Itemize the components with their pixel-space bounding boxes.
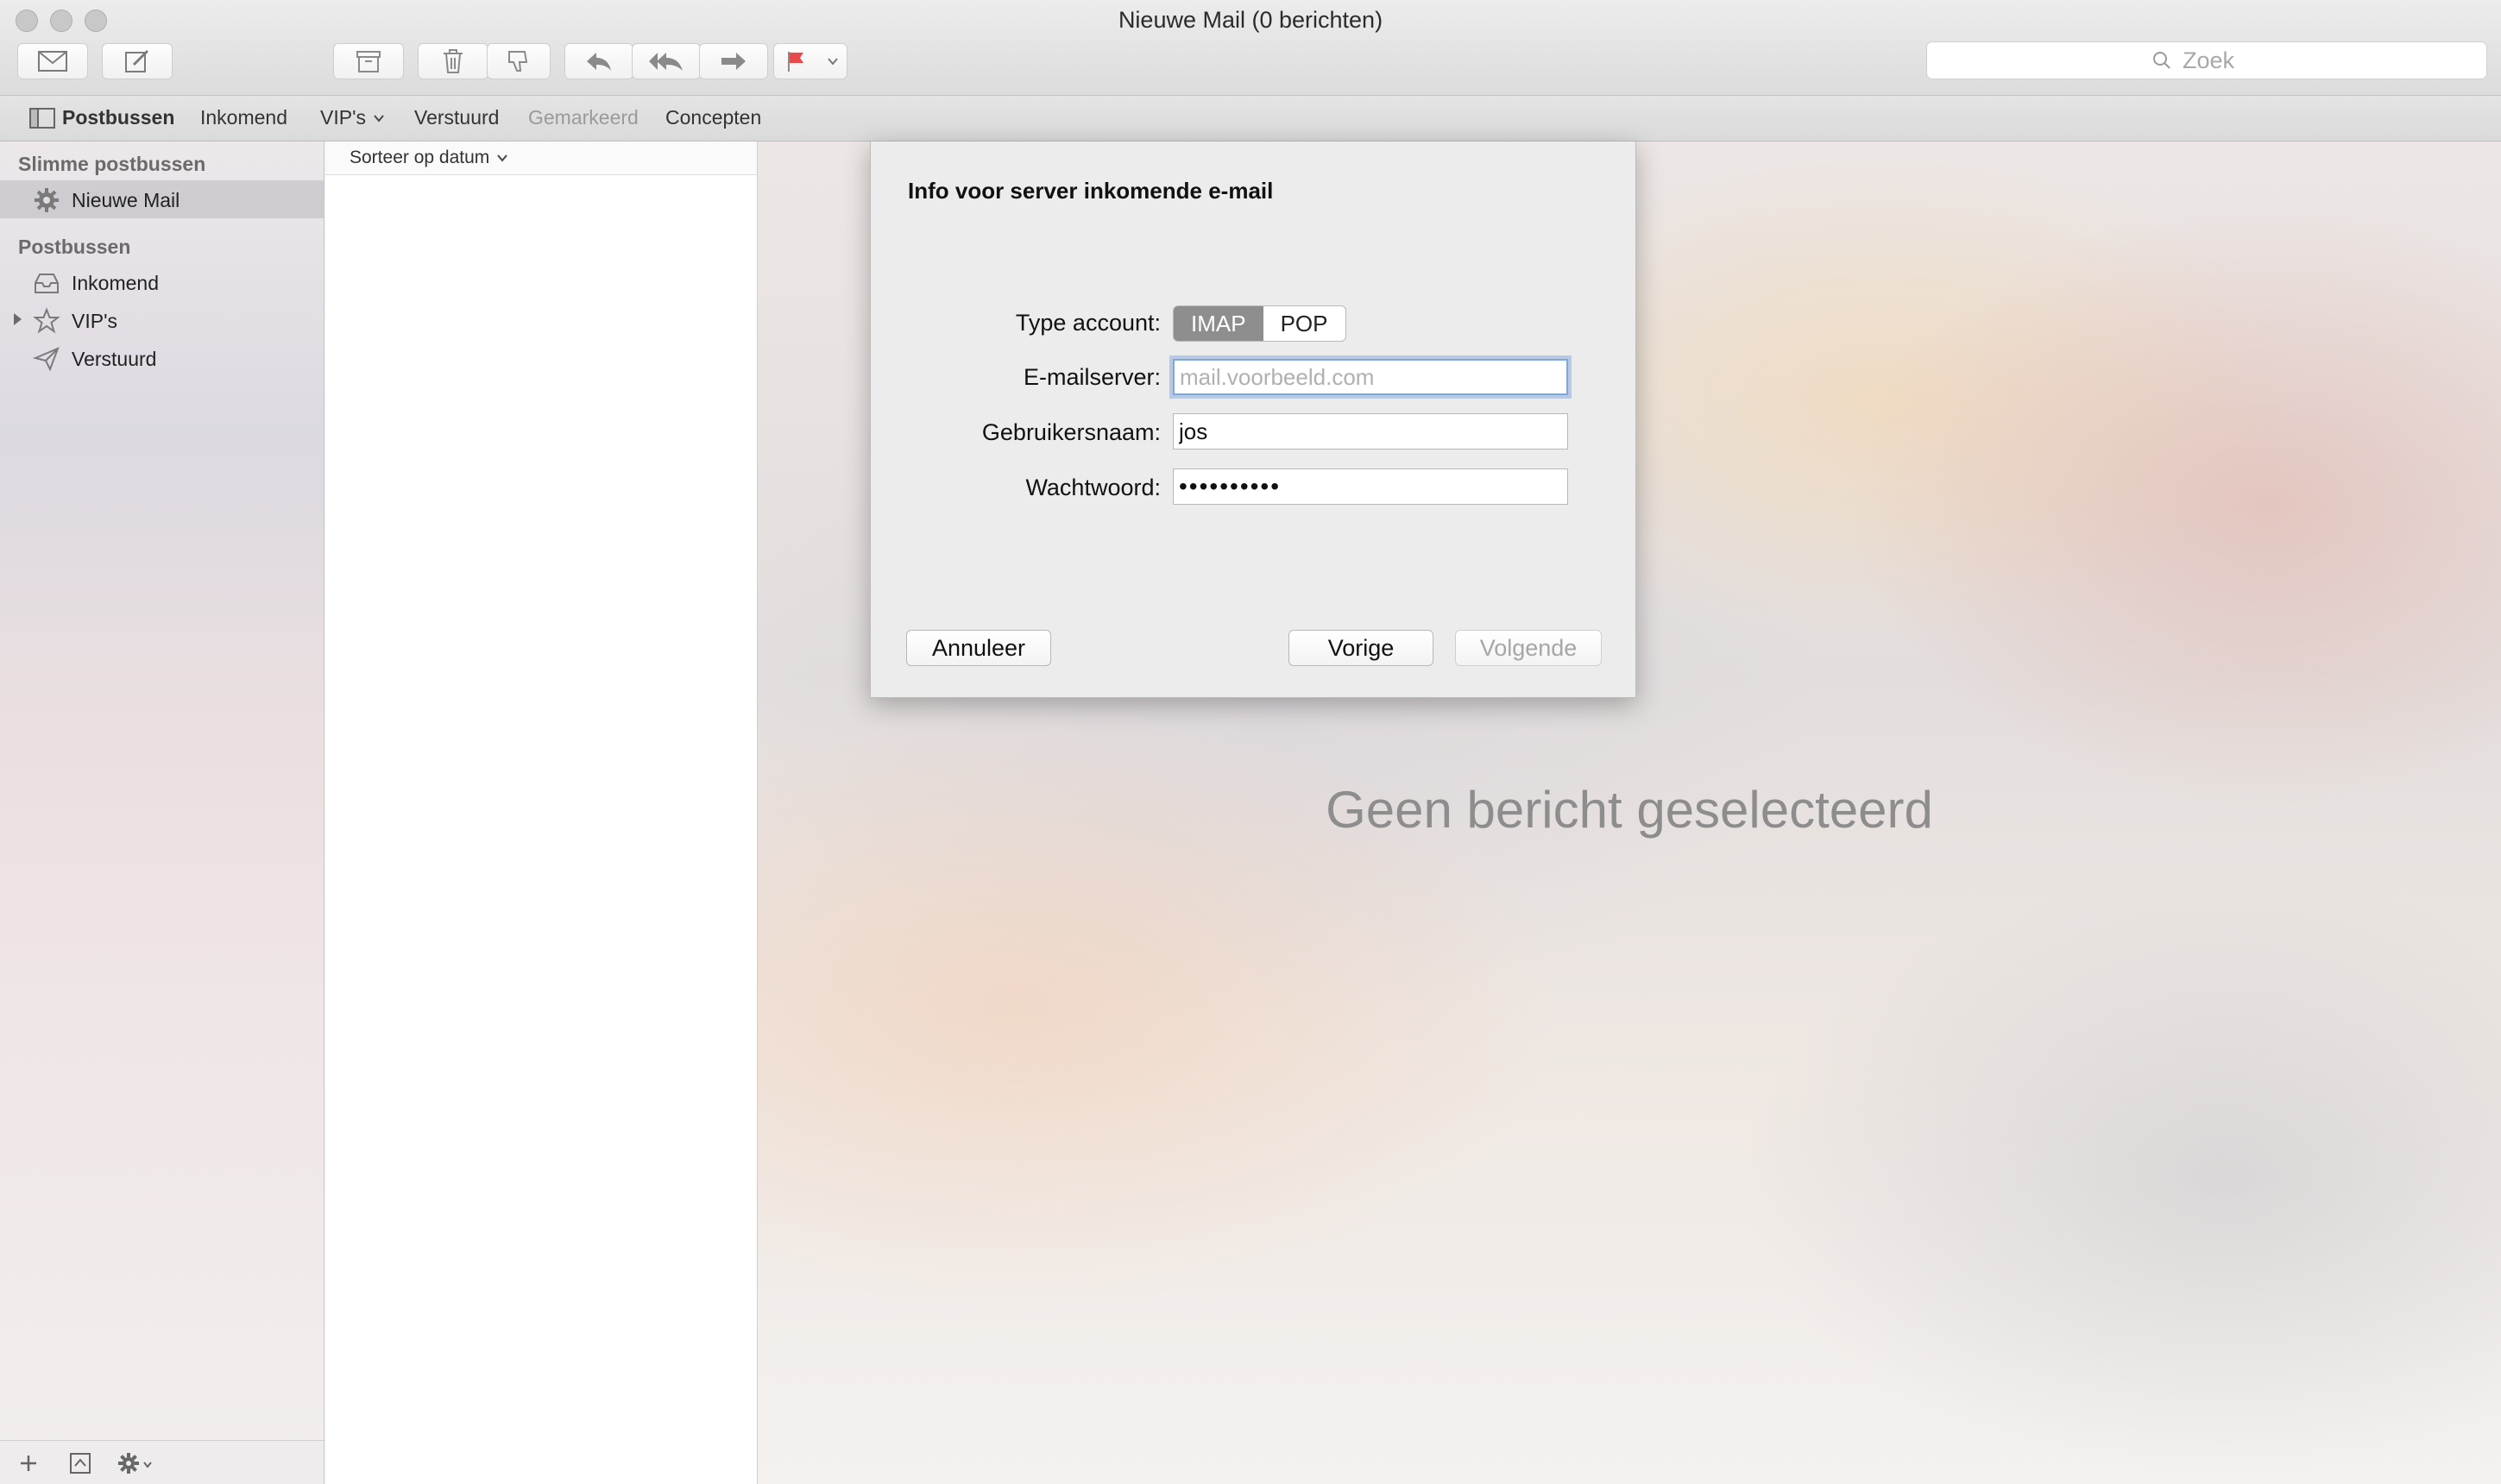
- gear-icon: [35, 188, 59, 212]
- chevron-down-icon: [497, 154, 508, 162]
- password-label: Wachtwoord:: [1025, 475, 1161, 500]
- sidebar-action-bar: [0, 1440, 324, 1484]
- sidebar-item-vips[interactable]: VIP's: [0, 301, 324, 339]
- account-type-imap[interactable]: IMAP: [1174, 306, 1263, 341]
- flag-button[interactable]: [773, 43, 847, 79]
- disclosure-triangle-icon[interactable]: [12, 312, 22, 326]
- sidebar-item-label: Verstuurd: [72, 348, 157, 370]
- message-list[interactable]: Sorteer op datum: [325, 141, 758, 1484]
- favorites-vips-button[interactable]: VIP's: [320, 106, 385, 129]
- sidebar-item-label: VIP's: [72, 310, 117, 332]
- paper-plane-icon: [33, 347, 60, 372]
- envelope-icon: [38, 51, 67, 72]
- favorites-drafts-button[interactable]: Concepten: [665, 106, 761, 129]
- favorites-mailboxes-button[interactable]: Postbussen: [29, 106, 174, 129]
- reply-icon: [587, 53, 611, 71]
- sort-bar: Sorteer op datum: [325, 141, 757, 175]
- account-type-label: Type account:: [1015, 310, 1161, 336]
- incoming-server-dialog: Info voor server inkomende e-mail Type a…: [870, 141, 1636, 698]
- archive-icon: [356, 51, 381, 72]
- sidebar: Slimme postbussen Nieuwe Mail Postbussen: [0, 141, 324, 1484]
- search-field[interactable]: [1926, 41, 2487, 79]
- email-server-field[interactable]: [1173, 359, 1568, 395]
- favorites-flagged-button[interactable]: Gemarkeerd: [528, 106, 639, 129]
- sidebar-item-label: Inkomend: [72, 272, 160, 294]
- sidebar-item-inkomend[interactable]: Inkomend: [0, 263, 324, 301]
- show-activity-icon[interactable]: [69, 1452, 91, 1475]
- forward-button[interactable]: [699, 43, 768, 79]
- sort-by-date-button[interactable]: Sorteer op datum: [350, 148, 508, 168]
- username-label: Gebruikersnaam:: [981, 419, 1161, 445]
- favorites-sent-button[interactable]: Verstuurd: [414, 106, 499, 129]
- sort-label: Sorteer op datum: [350, 148, 490, 167]
- sidebar-item-label: Nieuwe Mail: [72, 189, 180, 211]
- sidebar-item-nieuwe-mail[interactable]: Nieuwe Mail: [0, 180, 324, 218]
- sidebar-toggle-icon: [29, 107, 55, 129]
- search-icon: [2153, 52, 2170, 69]
- compose-icon: [125, 49, 149, 72]
- delete-button[interactable]: [418, 43, 488, 79]
- star-icon: [33, 307, 60, 334]
- forward-icon: [721, 53, 746, 70]
- junk-button[interactable]: [487, 43, 551, 79]
- next-button[interactable]: Volgende: [1455, 630, 1602, 666]
- favorites-mailboxes-label: Postbussen: [62, 106, 175, 129]
- account-type-pop[interactable]: POP: [1263, 306, 1345, 341]
- email-server-label: E-mailserver:: [1023, 364, 1161, 390]
- reply-all-icon: [649, 53, 683, 71]
- chevron-down-icon: [374, 114, 384, 123]
- no-message-selected-text: Geen bericht geselecteerd: [1326, 781, 1933, 839]
- mail-window: Nieuwe Mail (0 berichten) Zoek Postbusse…: [0, 0, 2501, 1484]
- window-title: Nieuwe Mail (0 berichten): [1118, 7, 1383, 33]
- thumbs-down-icon: [508, 51, 528, 72]
- gear-menu-icon[interactable]: [117, 1452, 155, 1475]
- archive-button[interactable]: [333, 43, 404, 79]
- get-mail-button[interactable]: [17, 43, 88, 79]
- sidebar-item-verstuurd[interactable]: Verstuurd: [0, 339, 324, 377]
- reply-all-button[interactable]: [632, 43, 701, 79]
- favorites-inbox-button[interactable]: Inkomend: [200, 106, 287, 129]
- search-input[interactable]: [2181, 46, 2262, 75]
- password-field[interactable]: [1173, 468, 1568, 505]
- cancel-button[interactable]: Annuleer: [906, 630, 1051, 666]
- inbox-tray-icon: [35, 274, 59, 293]
- smart-mailboxes-heading[interactable]: Slimme postbussen: [18, 153, 205, 176]
- compose-button[interactable]: [102, 43, 173, 79]
- add-mailbox-icon[interactable]: [19, 1454, 38, 1473]
- back-button[interactable]: Vorige: [1288, 630, 1433, 666]
- account-type-segmented-control[interactable]: IMAP POP: [1173, 305, 1346, 342]
- dialog-title: Info voor server inkomende e-mail: [908, 178, 1274, 204]
- chevron-down-icon[interactable]: [826, 56, 840, 66]
- trash-icon: [444, 49, 463, 73]
- toolbar: Nieuwe Mail (0 berichten): [0, 0, 2501, 96]
- mailboxes-heading[interactable]: Postbussen: [18, 236, 130, 259]
- username-field[interactable]: [1173, 413, 1568, 450]
- favorites-vips-label: VIP's: [320, 106, 366, 129]
- reply-button[interactable]: [564, 43, 633, 79]
- favorites-bar: Postbussen Inkomend VIP's Verstuurd Gema…: [0, 96, 2501, 141]
- flag-icon: [788, 52, 803, 72]
